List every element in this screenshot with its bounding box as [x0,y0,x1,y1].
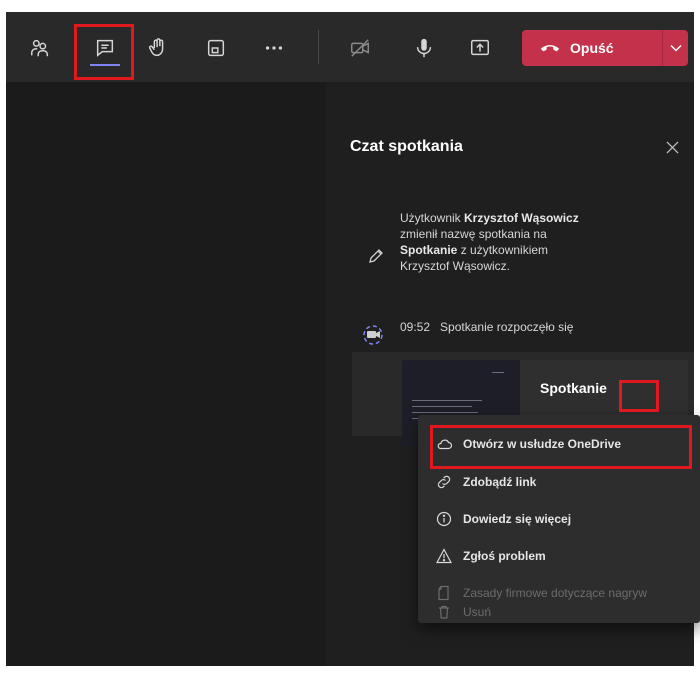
breakout-rooms-button[interactable] [200,32,232,64]
participants-button[interactable] [24,32,56,64]
rename-event-text: Użytkownik Krzysztof Wąsowicz zmienił na… [400,211,579,273]
close-chat-button[interactable] [666,138,679,159]
leave-options-button[interactable] [663,44,688,52]
event-text: Spotkanie rozpoczęło się [440,320,574,334]
meeting-toolbar: Opuść [6,12,694,82]
chevron-down-icon [669,44,682,52]
share-tray-icon [471,39,489,56]
video-stage [6,82,326,666]
share-button[interactable] [464,32,496,64]
menu-item-delete: Usuń [418,601,700,623]
meeting-start-event: 09:52 Spotkanie rozpoczęło się [400,319,610,335]
hang-up-icon [540,45,560,52]
recording-title: Spotkanie [540,380,607,396]
close-icon [666,141,679,154]
hand-icon [149,38,164,57]
leave-button[interactable]: Opuść [522,30,688,66]
microphone-button[interactable] [408,32,440,64]
more-actions-button[interactable] [258,32,290,64]
event-time: 09:52 [400,320,431,334]
chat-icon [96,39,114,57]
document-icon [435,584,453,602]
chat-title: Czat spotkania [350,138,463,155]
camera-button[interactable] [344,32,376,64]
trash-icon [435,603,453,621]
more-horizontal-icon [265,46,283,50]
warning-icon [435,547,453,565]
leave-main-action[interactable]: Opuść [522,30,662,66]
chat-button[interactable] [89,32,121,64]
pencil-icon [368,248,384,269]
toolbar-separator [318,30,319,64]
active-tab-indicator [90,64,120,66]
info-icon [435,510,453,528]
leave-label: Opuść [570,40,614,56]
link-icon [435,473,453,491]
menu-item-open-onedrive[interactable]: Otwórz w usłudze OneDrive [418,427,700,461]
breakout-rooms-icon [207,39,225,57]
menu-item-learn-more[interactable]: Dowiedz się więcej [418,502,700,536]
meeting-started-icon [362,324,386,351]
people-icon [31,39,49,57]
raise-hand-button[interactable] [142,32,174,64]
menu-item-report-problem[interactable]: Zgłoś problem [418,539,700,573]
recording-context-menu: Otwórz w usłudze OneDrive Zdobądź link D… [418,415,700,623]
cloud-icon [435,435,453,453]
microphone-icon [416,38,432,58]
menu-item-get-link[interactable]: Zdobądź link [418,465,700,499]
camera-off-icon [351,39,369,57]
